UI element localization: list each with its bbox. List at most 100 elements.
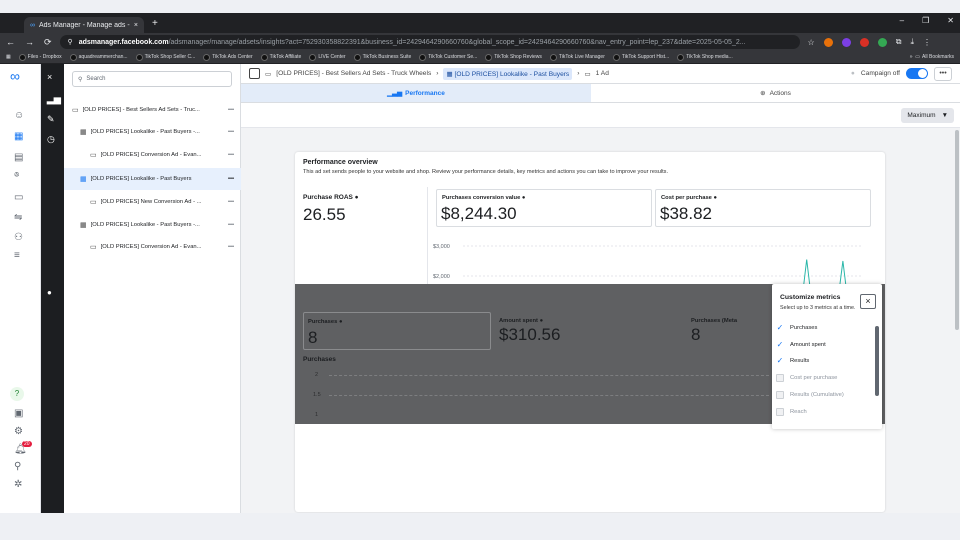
- checkbox-checked-icon[interactable]: ✓: [776, 324, 784, 332]
- page-scrollbar[interactable]: [954, 128, 960, 513]
- history-icon[interactable]: ◷: [47, 134, 55, 145]
- tree-item-ad[interactable]: ▭ [OLD PRICES] Conversion Ad - Evan... •…: [64, 144, 241, 166]
- forward-icon[interactable]: →: [25, 37, 34, 48]
- extension-icon[interactable]: [877, 37, 887, 47]
- more-options-icon[interactable]: •••: [221, 222, 241, 228]
- search-icon[interactable]: ⚲: [14, 461, 21, 472]
- checkbox-checked-icon[interactable]: ✓: [776, 341, 784, 349]
- checkbox-empty-icon[interactable]: [776, 408, 784, 416]
- metric-option-cost-per-purchase[interactable]: Cost per purchase: [776, 374, 837, 382]
- toggle-sidebar-icon[interactable]: [249, 68, 260, 79]
- tree-item-ad[interactable]: ▭ [OLD PRICES] New Conversion Ad - ... •…: [64, 191, 241, 213]
- tree-item-campaign[interactable]: ▭ [OLD PRICES] - Best Sellers Ad Sets - …: [64, 99, 241, 121]
- bookmark-item[interactable]: TikTok Customer Se...: [419, 53, 477, 61]
- campaign-toggle[interactable]: [906, 68, 928, 79]
- tree-item-ad[interactable]: ▭ [OLD PRICES] Conversion Ad - Evan... •…: [64, 236, 241, 258]
- breadcrumb-adset[interactable]: ▦ [OLD PRICES] Lookalike - Past Buyers: [443, 67, 573, 80]
- extension-icon[interactable]: [823, 37, 833, 47]
- audiences-icon[interactable]: ꔮ: [14, 172, 19, 180]
- help-icon[interactable]: ?: [10, 387, 24, 401]
- bookmark-item[interactable]: TikTok Affiliate: [260, 53, 301, 61]
- site-settings-icon[interactable]: ⚲: [68, 38, 73, 46]
- checkbox-checked-icon[interactable]: ✓: [776, 357, 784, 365]
- info-icon[interactable]: ●: [355, 194, 359, 201]
- extension-icon[interactable]: [859, 37, 869, 47]
- info-icon[interactable]: ●: [522, 195, 526, 201]
- events-manager-icon[interactable]: ⇋: [14, 212, 22, 223]
- edit-pencil-icon[interactable]: ✎: [47, 114, 55, 125]
- reports-icon[interactable]: ▤: [14, 152, 23, 163]
- url-input[interactable]: ⚲ adsmanager.facebook.com/adsmanager/man…: [59, 35, 800, 49]
- back-icon[interactable]: ←: [6, 37, 15, 48]
- tab-close-icon[interactable]: ×: [134, 22, 138, 29]
- tree-item-adset[interactable]: ▦ [OLD PRICES] Lookalike - Past Buyers -…: [64, 121, 241, 143]
- roas-metric[interactable]: Purchase ROAS ● 26.55: [303, 194, 359, 225]
- more-options-icon[interactable]: •••: [221, 129, 241, 135]
- tree-item-adset[interactable]: ▦ [OLD PRICES] Lookalike - Past Buyers -…: [64, 214, 241, 236]
- checkbox-empty-icon[interactable]: [776, 391, 784, 399]
- more-options-icon[interactable]: •••: [221, 107, 241, 113]
- extension-icon[interactable]: [841, 37, 851, 47]
- bookmark-item[interactable]: TikTok Shop media...: [677, 53, 733, 61]
- bookmark-item[interactable]: TikTok Support Hist...: [612, 53, 669, 61]
- tab-performance[interactable]: ▁▃▅ Performance: [241, 84, 591, 102]
- bookmark-star-icon[interactable]: ☆: [808, 38, 815, 47]
- url-host: adsmanager.facebook.com: [78, 38, 169, 46]
- all-bookmarks[interactable]: » ▭ All Bookmarks: [910, 54, 954, 60]
- bookmark-item[interactable]: LIVE Center: [309, 53, 346, 61]
- metric-option-results[interactable]: ✓ Results: [776, 357, 810, 365]
- bookmark-item[interactable]: aquadreammerchan...: [69, 53, 128, 61]
- all-tools-menu-icon[interactable]: ≡: [14, 250, 20, 261]
- browser-menu-icon[interactable]: ⋮: [923, 38, 931, 47]
- campaigns-grid-icon[interactable]: ▦: [14, 131, 23, 142]
- maximize-icon[interactable]: ❐: [922, 16, 929, 25]
- window-close-icon[interactable]: ✕: [947, 16, 954, 25]
- download-icon[interactable]: ⤓: [910, 37, 914, 47]
- page-scroll-thumb[interactable]: [955, 130, 959, 330]
- insights-chart-icon[interactable]: ▂▅: [47, 94, 61, 105]
- tree-item-adset-selected[interactable]: ▦ [OLD PRICES] Lookalike - Past Buyers •…: [64, 168, 241, 190]
- more-options-icon[interactable]: •••: [221, 176, 241, 182]
- bookmark-item[interactable]: TikTok Shop Reviews: [485, 53, 542, 61]
- conversion-value-metric[interactable]: Purchases conversion value ● $8,244.30: [436, 189, 652, 227]
- new-tab-button[interactable]: +: [152, 18, 158, 29]
- bookmark-item[interactable]: TikTok Shop Seller C...: [135, 53, 195, 61]
- tree-close-icon[interactable]: ×: [47, 72, 52, 82]
- billing-icon[interactable]: ▭: [14, 192, 23, 203]
- settings-gear-icon[interactable]: ⚙: [14, 426, 23, 437]
- bookmark-item[interactable]: TikTok Business Suite: [353, 53, 411, 61]
- meta-logo-icon[interactable]: ∞: [10, 68, 20, 84]
- info-icon[interactable]: ●: [714, 195, 718, 201]
- bookmark-item[interactable]: Files - Dropbox: [18, 53, 62, 61]
- more-actions-button[interactable]: •••: [934, 66, 952, 81]
- tab-actions[interactable]: ⊕ Actions: [591, 84, 960, 102]
- cost-per-purchase-metric[interactable]: Cost per purchase ● $38.82: [655, 189, 871, 227]
- account-overview-icon[interactable]: ☺: [14, 110, 24, 121]
- more-options-icon[interactable]: •••: [221, 152, 241, 158]
- date-range-select[interactable]: Maximum ▼: [901, 108, 954, 123]
- minimize-icon[interactable]: –: [900, 16, 904, 25]
- metric-option-amount-spent[interactable]: ✓ Amount spent: [776, 341, 826, 349]
- more-options-icon[interactable]: •••: [221, 199, 241, 205]
- bookmark-item[interactable]: TikTok Ads Center: [203, 53, 253, 61]
- metric-option-purchases[interactable]: ✓ Purchases: [776, 324, 818, 332]
- search-icon: ⚲: [78, 76, 83, 83]
- browser-tab[interactable]: ∞ Ads Manager - Manage ads - A ×: [24, 17, 144, 33]
- checkbox-empty-icon[interactable]: [776, 374, 784, 382]
- metric-option-reach[interactable]: Reach: [776, 408, 807, 416]
- business-icon[interactable]: ⚇: [14, 232, 23, 243]
- tree-search-input[interactable]: ⚲ Search: [72, 71, 232, 87]
- close-panel-button[interactable]: ×: [860, 294, 876, 309]
- more-options-icon[interactable]: •••: [221, 244, 241, 250]
- notes-icon[interactable]: ▣: [14, 408, 23, 419]
- breadcrumb-campaign[interactable]: [OLD PRICES] - Best Sellers Ad Sets - Tr…: [276, 70, 431, 77]
- reload-icon[interactable]: ⟳: [44, 37, 52, 48]
- extensions-puzzle-icon[interactable]: ⧉: [896, 37, 902, 47]
- metric-option-results-cumulative[interactable]: Results (Cumulative): [776, 391, 844, 399]
- bug-report-icon[interactable]: ✲: [14, 479, 22, 490]
- expand-panel-icon[interactable]: ●: [47, 288, 52, 297]
- bookmark-item[interactable]: TikTok Live Manager: [549, 53, 605, 61]
- breadcrumb-ad[interactable]: 1 Ad: [596, 70, 609, 77]
- apps-grid-icon[interactable]: ▦: [6, 54, 11, 60]
- panel-scrollbar[interactable]: [875, 326, 879, 396]
